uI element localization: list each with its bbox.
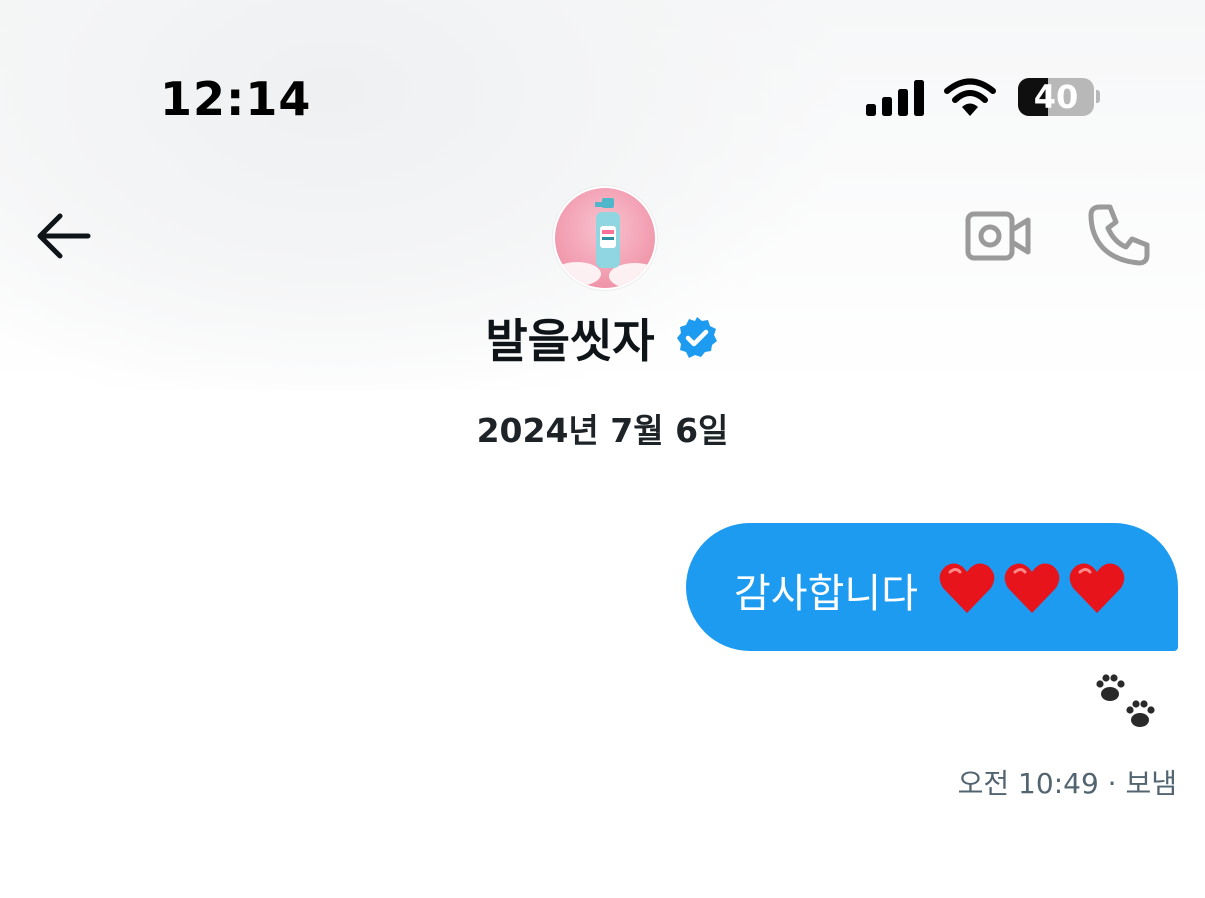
phone-icon[interactable] — [1086, 202, 1152, 268]
video-camera-icon[interactable] — [964, 208, 1032, 264]
heart-icon — [939, 563, 995, 613]
status-time: 12:14 — [160, 72, 312, 126]
back-arrow-icon[interactable] — [34, 210, 92, 262]
heart-icon — [1004, 563, 1060, 613]
message-meta: 오전 10:49 · 보냄 — [958, 762, 1177, 802]
battery-indicator: 40 — [1018, 78, 1094, 116]
message-text: 감사합니다 — [734, 571, 918, 617]
heart-emoji-icons — [939, 563, 1125, 613]
paw-prints-reaction-icon[interactable] — [1094, 672, 1162, 736]
cellular-signal-icon — [866, 80, 924, 116]
sent-message-bubble[interactable]: 감사합니다 — [686, 523, 1178, 651]
verified-badge-icon — [676, 317, 717, 358]
message-time: 오전 10:49 — [957, 767, 1099, 800]
contact-avatar[interactable] — [553, 186, 657, 290]
date-divider: 2024년 7월 6일 — [476, 411, 729, 450]
contact-name-row[interactable]: 발을씻자 — [0, 305, 1205, 371]
battery-level: 40 — [1033, 78, 1079, 116]
battery-nub — [1096, 90, 1100, 103]
avatar-image — [555, 188, 655, 288]
contact-name: 발을씻자 — [485, 314, 655, 368]
message-status: · 보냄 — [1107, 767, 1177, 800]
wifi-icon — [944, 78, 996, 116]
heart-icon — [1069, 563, 1125, 613]
